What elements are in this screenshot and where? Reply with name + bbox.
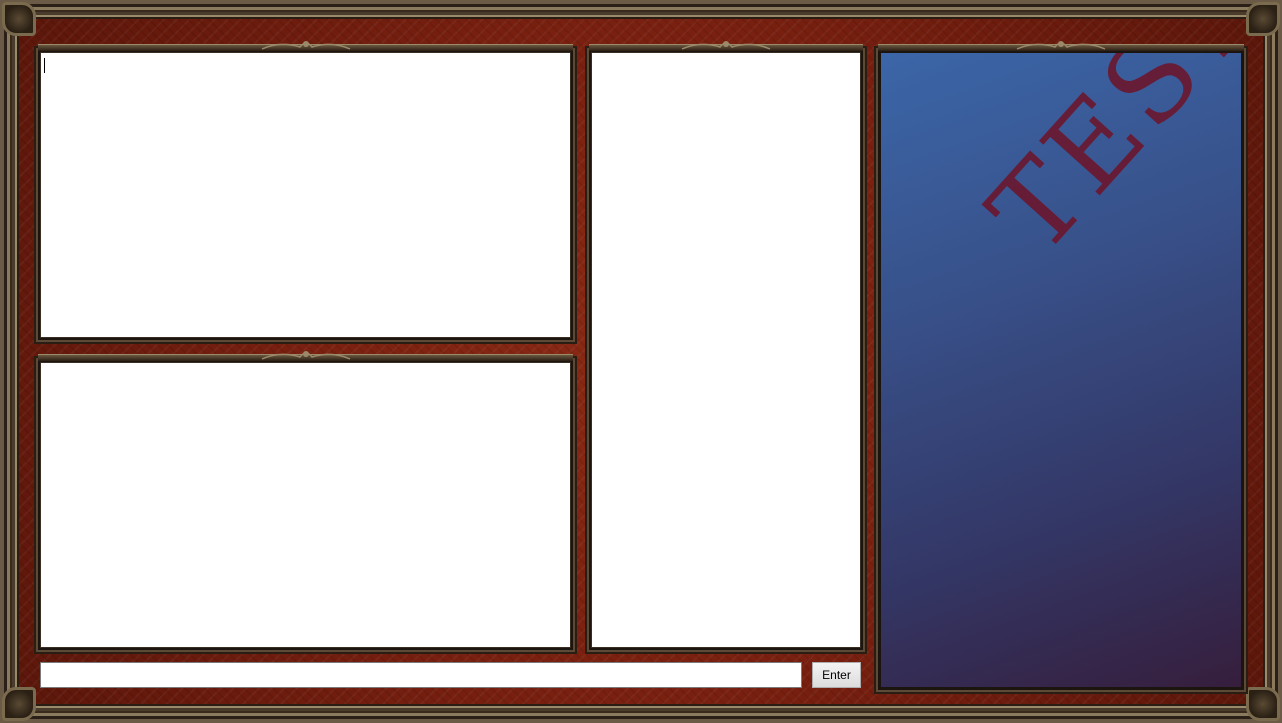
app-window: TEST Enter — [0, 0, 1282, 723]
corner-ornament-icon — [2, 687, 36, 721]
frame-top-bar — [38, 354, 573, 361]
secondary-text-area[interactable] — [40, 362, 571, 648]
art-panel-frame: TEST — [878, 41, 1244, 690]
corner-ornament-icon — [2, 2, 36, 36]
corner-ornament-icon — [1246, 2, 1280, 36]
frame-top-bar — [878, 44, 1244, 51]
middle-panel-frame — [589, 41, 863, 650]
output-text-area[interactable] — [40, 52, 571, 338]
art-image: TEST — [880, 52, 1242, 688]
middle-list-area[interactable] — [591, 52, 861, 648]
top-left-panel-frame — [38, 41, 573, 340]
command-input[interactable] — [40, 662, 802, 688]
enter-button[interactable]: Enter — [812, 662, 861, 688]
corner-ornament-icon — [1246, 687, 1280, 721]
bottom-left-panel-frame — [38, 351, 573, 650]
frame-top-bar — [38, 44, 573, 51]
watermark-text: TEST — [965, 52, 1242, 278]
frame-top-bar — [589, 44, 863, 51]
text-caret — [44, 58, 45, 73]
